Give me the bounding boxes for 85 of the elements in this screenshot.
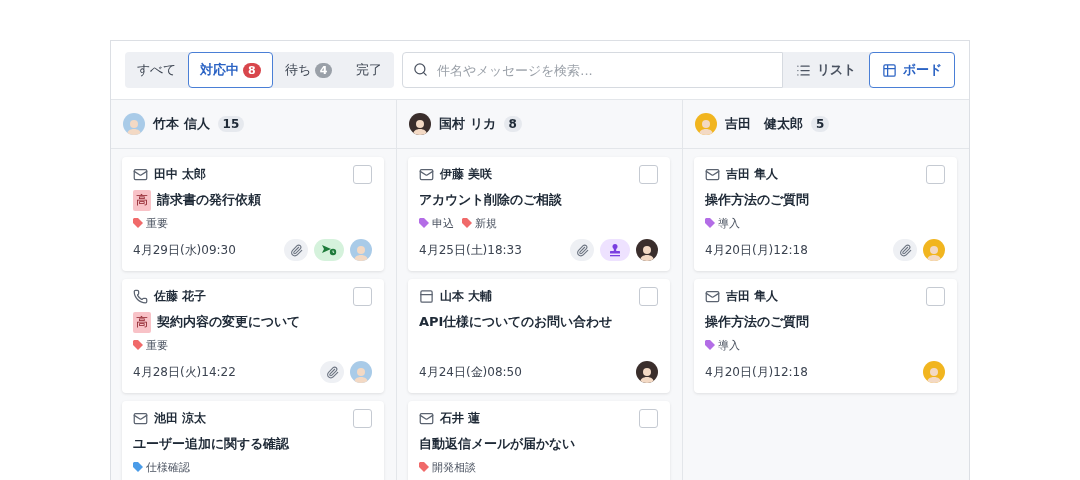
count-badge: 5 xyxy=(811,116,830,132)
ticket-card[interactable]: 石井 蓮 自動返信メールが届かない 開発相談 xyxy=(408,401,670,480)
stamp-badge xyxy=(600,239,630,261)
ticket-date: 4月25日(土)18:33 xyxy=(419,241,523,259)
ticket-subject: 自動返信メールが届かない xyxy=(419,435,575,453)
ticket-date: 4月20日(月)12:18 xyxy=(705,363,809,381)
assignee-name: 国村 リカ xyxy=(439,115,496,133)
tag-label: 新規 xyxy=(475,215,497,231)
ticket-date: 4月20日(月)12:18 xyxy=(705,241,809,259)
mail-icon xyxy=(419,411,434,426)
search-field[interactable]: 件名やメッセージを検索... xyxy=(402,52,783,88)
tag-label: 重要 xyxy=(146,337,168,353)
ticket-card[interactable]: 佐藤 花子 高 契約内容の変更について 重要 4月28日(火)14:22 xyxy=(122,279,384,393)
ticket-card[interactable]: 池田 涼太 ユーザー追加に関する確認 仕様確認 xyxy=(122,401,384,480)
ticket-subject: 操作方法のご質問 xyxy=(705,191,809,209)
assignee-name: 竹本 信人 xyxy=(153,115,210,133)
status-tab[interactable]: すべて xyxy=(125,52,188,88)
sender-name: 池田 涼太 xyxy=(154,410,208,427)
checkbox[interactable] xyxy=(926,287,945,306)
count-badge: 8 xyxy=(503,116,522,132)
avatar xyxy=(636,239,658,261)
ticket-subject: 契約内容の変更について xyxy=(157,313,300,331)
ticket-card[interactable]: 田中 太郎 高 請求書の発行依頼 重要 4月29日(水)09:30 xyxy=(122,157,384,271)
checkbox[interactable] xyxy=(926,165,945,184)
checkbox[interactable] xyxy=(639,165,658,184)
tag-label: 導入 xyxy=(718,215,740,231)
sender-name: 吉田 隼人 xyxy=(726,166,780,183)
search-icon xyxy=(413,62,429,77)
avatar xyxy=(350,239,372,261)
status-tab[interactable]: 完了 xyxy=(344,52,395,88)
avatar xyxy=(923,361,945,383)
tag-label: 申込 xyxy=(432,215,454,231)
ticket-subject: 請求書の発行依頼 xyxy=(157,191,261,209)
count-badge: 4 xyxy=(314,62,333,78)
sender-name: 吉田 隼人 xyxy=(726,288,780,305)
assignee-name: 吉田 健太郎 xyxy=(725,115,803,133)
ticket-date: 4月29日(水)09:30 xyxy=(133,241,237,259)
checkbox[interactable] xyxy=(639,409,658,428)
ticket-subject: 操作方法のご質問 xyxy=(705,313,809,331)
priority-badge: 高 xyxy=(133,311,151,333)
scheduled-send-badge xyxy=(314,239,344,261)
checkbox[interactable] xyxy=(353,287,372,306)
sender-name: 佐藤 花子 xyxy=(154,288,208,305)
checkbox[interactable] xyxy=(353,409,372,428)
tag-label: 仕様確認 xyxy=(146,459,190,475)
ticket-subject: アカウント削除のご相談 xyxy=(419,191,562,209)
ticket-card[interactable]: 山本 大輔 API仕様についてのお問い合わせ 4月24日(金)08:50 xyxy=(408,279,670,393)
form-icon xyxy=(419,289,434,304)
priority-badge: 高 xyxy=(133,189,151,211)
sender-name: 山本 大輔 xyxy=(440,288,494,305)
list-icon xyxy=(796,62,811,78)
ticket-date: 4月24日(金)08:50 xyxy=(419,363,523,381)
sender-name: 田中 太郎 xyxy=(154,166,208,183)
ticket-card[interactable]: 吉田 隼人 操作方法のご質問 導入 4月20日(月)12:18 xyxy=(694,157,957,271)
tag-label: 導入 xyxy=(718,337,740,353)
mail-icon xyxy=(705,167,720,182)
ticket-date: 4月28日(火)14:22 xyxy=(133,363,237,381)
status-tab[interactable]: 待ち 4 xyxy=(272,52,345,88)
ticket-subject: API仕様についてのお問い合わせ xyxy=(419,313,613,331)
mail-icon xyxy=(419,167,434,182)
list-view-button[interactable]: リスト xyxy=(783,52,869,88)
tag-label: 重要 xyxy=(146,215,168,231)
count-badge: 8 xyxy=(243,62,261,78)
ticket-card[interactable]: 吉田 隼人 操作方法のご質問 導入 4月20日(月)12:18 xyxy=(694,279,957,393)
mail-icon xyxy=(133,411,148,426)
count-badge: 15 xyxy=(217,116,245,132)
sender-name: 石井 蓮 xyxy=(440,410,482,427)
checkbox[interactable] xyxy=(639,287,658,306)
sender-name: 伊藤 美咲 xyxy=(440,166,494,183)
status-tab[interactable]: 対応中 8 xyxy=(188,52,273,88)
mail-icon xyxy=(133,167,148,182)
avatar xyxy=(923,239,945,261)
checkbox[interactable] xyxy=(353,165,372,184)
avatar xyxy=(636,361,658,383)
ticket-card[interactable]: 伊藤 美咲 アカウント削除のご相談 申込 新規 4月25日(土)18:33 xyxy=(408,157,670,271)
avatar xyxy=(695,113,717,135)
avatar xyxy=(409,113,431,135)
mail-icon xyxy=(705,289,720,304)
phone-icon xyxy=(133,289,148,304)
grid-icon xyxy=(882,62,897,78)
tag-label: 開発相談 xyxy=(432,459,476,475)
ticket-subject: ユーザー追加に関する確認 xyxy=(133,435,289,453)
avatar xyxy=(350,361,372,383)
board-view-button[interactable]: ボード xyxy=(869,52,955,88)
avatar xyxy=(123,113,145,135)
